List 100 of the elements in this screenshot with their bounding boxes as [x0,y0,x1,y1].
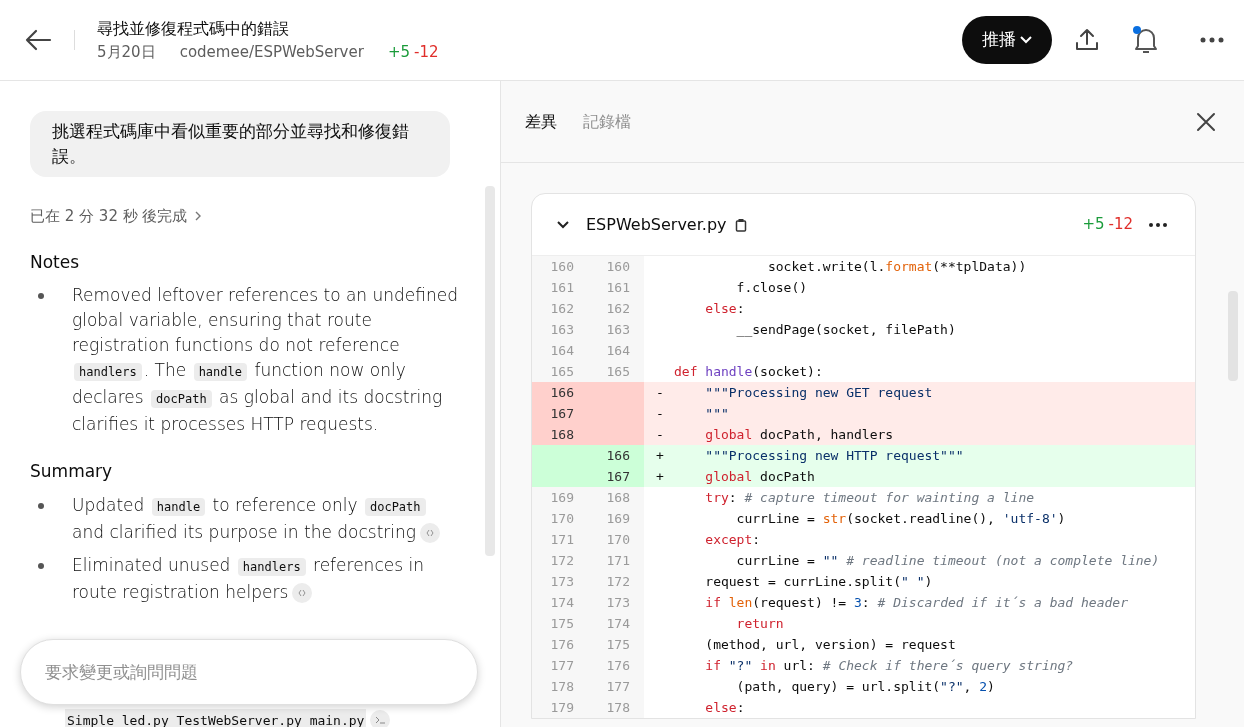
line-number: 167 [549,405,575,423]
line-number: 178 [605,699,631,717]
collapse-toggle[interactable] [556,219,570,230]
diff-sign: - [655,384,665,402]
file-list-chip: Simple_led.py TestWebServer.py main.py [65,708,367,727]
prompt-message: 挑選程式碼庫中看似重要的部分並尋找和修復錯誤。 [30,111,450,177]
line-number: 173 [549,573,575,591]
line-number: 168 [549,426,575,444]
code-brackets-icon [426,528,435,537]
line-number: 175 [549,615,575,633]
code-line: global docPath [704,468,815,486]
close-icon [1196,111,1216,132]
line-number: 176 [549,636,575,654]
completion-time: 已在 2 分 32 秒 後完成 [30,206,188,227]
code-line: (method, url, version) = request [704,636,956,654]
line-number: 163 [549,321,575,339]
code-line: __sendPage(socket, filePath) [735,321,956,339]
code-line: else: [704,300,745,318]
line-number: 160 [549,258,575,276]
line-number: 169 [605,510,631,528]
code-line: socket.write(l.format(**tplData)) [766,258,1027,276]
chevron-right-icon[interactable] [195,211,202,222]
tab[interactable]: 差異 [525,109,557,134]
line-number: 165 [549,363,575,381]
list-item-text: Eliminated unused handlers references in route registration helpers [72,553,425,605]
notifications-button[interactable] [1132,26,1160,54]
line-number: 164 [549,342,575,360]
push-button[interactable]: 推播 [962,16,1052,64]
line-number: 161 [549,279,575,297]
code-line: request = currLine.split(" ") [704,573,933,591]
code-line: if len(request) != 3: # Discarded if it´s a bad header [704,594,1128,612]
bell-icon [1132,26,1160,54]
line-number: 171 [549,531,575,549]
more-button[interactable] [1200,37,1224,43]
line-number: 164 [605,342,631,360]
line-number: 162 [549,300,575,318]
close-button[interactable] [1196,111,1216,132]
line-number: 163 [605,321,631,339]
line-number: 162 [605,300,631,318]
line-number: 175 [605,636,631,654]
more-icon [1200,37,1224,43]
repo-name: codemee/ESPWebServer [179,41,364,63]
code-line: try: # capture timeout for wainting a line [704,489,1035,507]
removed-count: -12 [1108,214,1133,236]
code-line: """Processing new GET request [704,384,933,402]
line-number: 179 [549,699,575,717]
line-number: 161 [605,279,631,297]
code-line: return [735,615,784,633]
line-number: 173 [605,594,631,612]
chevron-down-icon [556,219,570,230]
back-button[interactable] [24,28,52,52]
ask-input-field[interactable]: 要求變更或詢問問題 [20,639,478,705]
task-title: 尋找並修復程式碼中的錯誤 [97,17,290,40]
line-number: 160 [605,258,631,276]
copy-button[interactable] [734,217,747,232]
line-number: 177 [549,657,575,675]
share-icon [1074,27,1100,53]
back-arrow-icon [24,28,52,52]
bullet-icon [38,502,44,509]
more-button[interactable] [1149,222,1167,227]
code-line: def handle(socket): [674,363,823,381]
code-line: """ [704,405,729,423]
added-count: +5 [1082,214,1105,236]
code-line: """Processing new HTTP request""" [704,447,964,465]
code-line: currLine = "" # readline timeout (not a complete line) [735,552,1160,570]
code-line: f.close() [735,279,808,297]
code-brackets-icon [298,588,307,597]
line-number: 169 [549,489,575,507]
line-number: 170 [605,531,631,549]
line-number: 172 [549,552,575,570]
code-line: if "?" in url: # Check if there´s query string? [704,657,1074,675]
section-heading: Summary [30,460,114,483]
list-item-text: Removed leftover references to an undefined global variable, ensuring that route registration functions do not reference handlers . The handle function now only declares docPath as global and its docstring clarifies it processes HTTP requests. [72,284,460,436]
section-heading: Notes [30,250,81,274]
caret-icon [1020,36,1032,44]
line-number: 168 [605,489,631,507]
removed-count: -12 [414,41,439,63]
line-number: 176 [605,657,631,675]
more-icon [1149,222,1167,227]
bullet-icon [38,562,44,569]
file-name: ESPWebServer.py [586,213,727,236]
diff-sign: - [655,405,665,423]
code-line: currLine = str(socket.readline(), 'utf-8') [735,510,1066,528]
code-line: else: [704,699,745,717]
code-line: (path, query) = url.split("?", 2) [735,678,995,696]
task-date: 5月20日 [97,41,156,63]
line-number: 167 [605,468,631,486]
code-line: global docPath, handlers [704,426,894,444]
line-number: 165 [605,363,631,381]
line-number: 174 [549,594,575,612]
line-number: 171 [605,552,631,570]
line-number: 174 [605,615,631,633]
added-count: +5 [387,41,410,63]
line-number: 178 [549,678,575,696]
prompt-icon [375,716,386,725]
code-line: except: [704,531,761,549]
copy-icon [734,217,747,232]
share-button[interactable] [1074,27,1100,53]
line-number: 166 [549,384,575,402]
line-number: 166 [605,447,631,465]
